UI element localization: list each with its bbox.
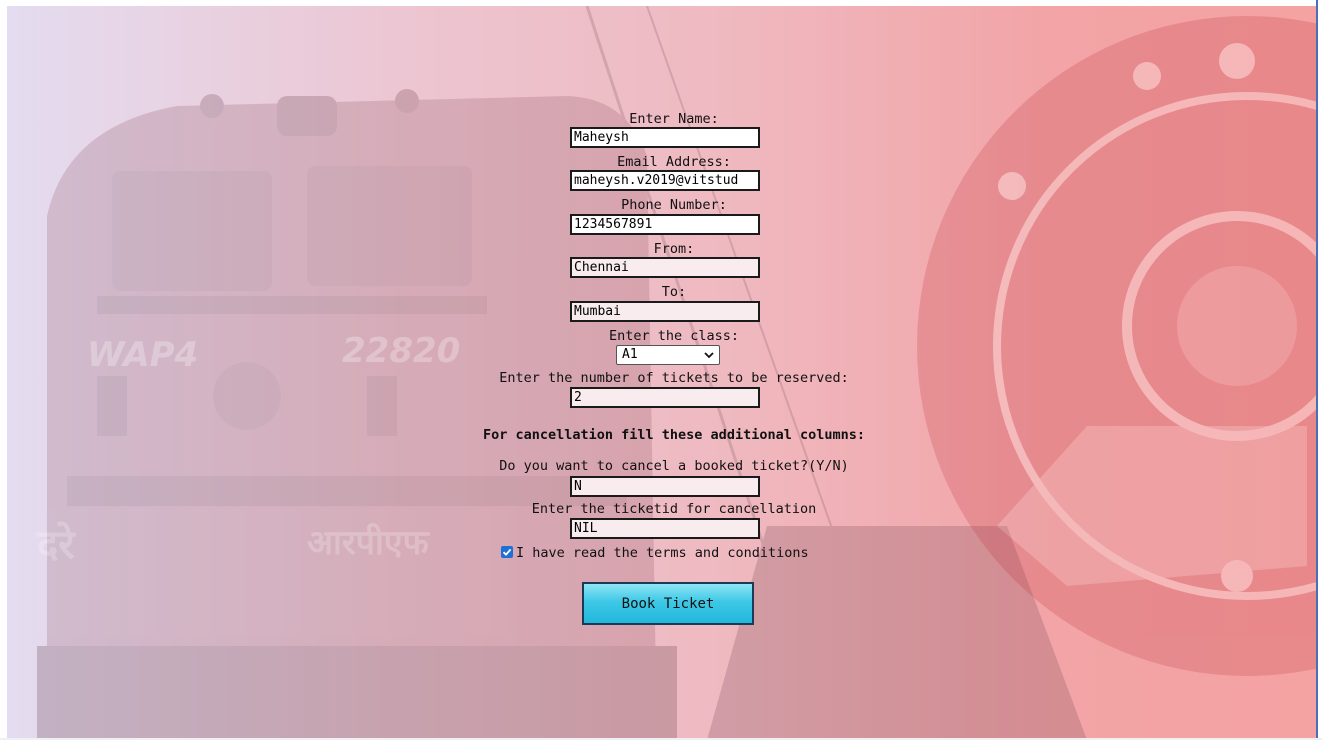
ticketid-input[interactable]	[570, 518, 760, 539]
terms-label: I have read the terms and conditions	[516, 545, 809, 561]
browser-viewport: WAP4 22820 दरे आरपीएफ Enter Name: Email …	[7, 6, 1316, 740]
window-right-border	[1316, 0, 1318, 740]
cancel-question-label: Do you want to cancel a booked ticket?(Y…	[499, 458, 849, 474]
class-select[interactable]: A1	[616, 345, 720, 365]
tickets-label: Enter the number of tickets to be reserv…	[499, 370, 849, 386]
from-input[interactable]	[570, 257, 760, 278]
email-input[interactable]	[570, 170, 760, 191]
class-select-value: A1	[622, 347, 638, 362]
book-ticket-button[interactable]: Book Ticket	[582, 582, 754, 625]
tickets-input[interactable]	[570, 387, 760, 408]
to-input[interactable]	[570, 301, 760, 322]
cancel-heading: For cancellation fill these additional c…	[482, 427, 865, 443]
email-label: Email Address:	[617, 154, 731, 170]
class-label: Enter the class:	[608, 328, 740, 344]
from-label: From:	[653, 241, 695, 257]
name-input[interactable]	[570, 127, 760, 148]
terms-checkbox[interactable]	[501, 546, 513, 558]
phone-input[interactable]	[570, 214, 760, 235]
chevron-down-icon	[704, 352, 714, 359]
reservation-form: Enter Name: Email Address: Phone Number:…	[7, 6, 1316, 740]
to-label: To:	[661, 284, 687, 300]
phone-label: Phone Number:	[621, 197, 727, 213]
ticketid-label: Enter the ticketid for cancellation	[531, 501, 817, 517]
check-icon	[502, 548, 512, 556]
name-label: Enter Name:	[629, 111, 719, 127]
cancel-question-input[interactable]	[570, 476, 760, 497]
